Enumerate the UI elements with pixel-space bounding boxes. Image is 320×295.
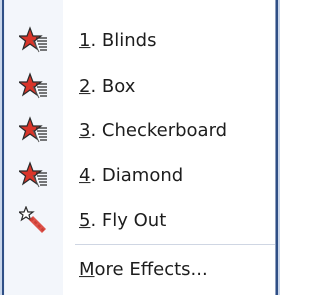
- menu-item-blinds[interactable]: 1. Blinds: [5, 18, 275, 64]
- animation-effect-icon: [17, 116, 49, 146]
- animation-fly-icon: [17, 205, 49, 236]
- menu-item-fly-out[interactable]: 5. Fly Out: [5, 198, 275, 244]
- more-effects-label: More Effects...: [79, 259, 208, 281]
- animation-effect-icon: [17, 26, 49, 56]
- animation-effect-icon: [17, 72, 49, 102]
- menu-item-label: 4. Diamond: [79, 165, 184, 187]
- more-effects-item[interactable]: More Effects...: [5, 247, 275, 293]
- effects-menu: 1. Blinds 2. Box 3. Checkerboard 4. Diam…: [0, 0, 280, 295]
- menu-item-label: 2. Box: [79, 76, 136, 98]
- menu-item-checkerboard[interactable]: 3. Checkerboard: [5, 108, 275, 154]
- menu-item-label: 1. Blinds: [79, 30, 157, 52]
- menu-separator: [75, 244, 275, 245]
- menu-item-box[interactable]: 2. Box: [5, 64, 275, 110]
- menu-item-label: 3. Checkerboard: [79, 120, 228, 142]
- menu-item-diamond[interactable]: 4. Diamond: [5, 153, 275, 199]
- animation-effect-icon: [17, 161, 49, 191]
- menu-items: 1. Blinds 2. Box 3. Checkerboard 4. Diam…: [5, 0, 275, 295]
- menu-right-border: [275, 0, 280, 295]
- menu-item-label: 5. Fly Out: [79, 210, 167, 232]
